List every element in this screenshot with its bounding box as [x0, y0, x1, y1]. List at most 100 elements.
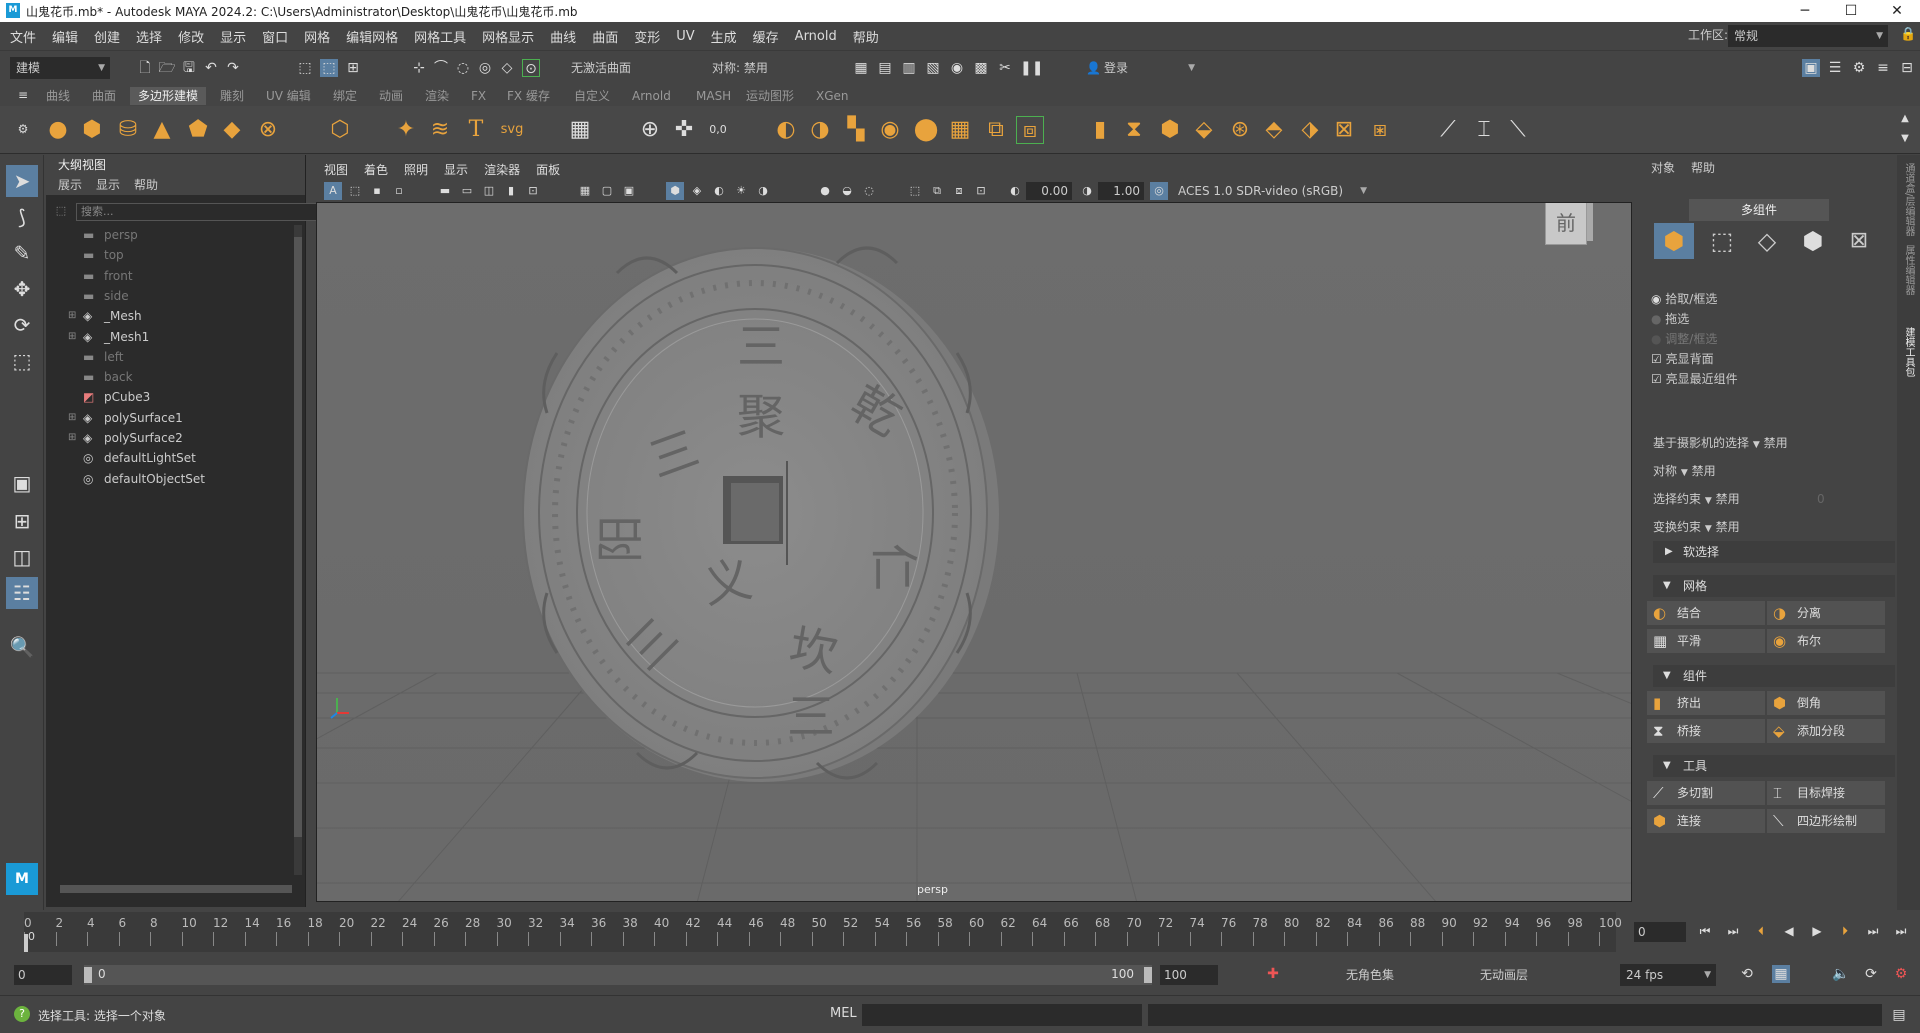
radio-icon[interactable]: ●	[1651, 312, 1665, 326]
outliner-menu-0[interactable]: 展示	[58, 175, 82, 195]
menu-4[interactable]: 修改	[170, 27, 212, 46]
shelf-tab-7[interactable]: 渲染	[417, 87, 457, 105]
menu-17[interactable]: Arnold	[787, 29, 845, 44]
select-by-hierarchy-icon[interactable]: ⬚	[296, 59, 314, 77]
bridge-icon[interactable]: ⧉	[982, 116, 1010, 144]
checkbox-icon[interactable]: ☑	[1651, 372, 1666, 386]
outliner-item[interactable]: ◎ defaultLightSet	[46, 448, 286, 468]
render-sequence-icon[interactable]: ▩	[972, 59, 990, 77]
selection-option-0[interactable]: ◉ 拾取/框选	[1651, 289, 1717, 309]
menu-16[interactable]: 缓存	[745, 27, 787, 46]
animation-start-field[interactable]: 0	[14, 965, 72, 985]
circularize-icon[interactable]: ⊛	[1226, 116, 1254, 144]
two-view-layout-icon[interactable]: ◫	[6, 541, 38, 573]
mirror-icon[interactable]: ▦	[946, 116, 974, 144]
resolution-gate-icon[interactable]: ▭	[458, 182, 476, 200]
connect-button[interactable]: ⬢ 连接	[1647, 809, 1765, 833]
wireframe-icon[interactable]: ▢	[598, 182, 616, 200]
maya-home-icon[interactable]: M	[6, 863, 38, 895]
step-back-frame-icon[interactable]: ⏴	[1752, 922, 1770, 940]
poly-cone-icon[interactable]: ▲	[148, 116, 176, 144]
outliner-item[interactable]: ▬ persp	[46, 225, 286, 245]
outliner-vscroll-thumb[interactable]	[294, 237, 302, 837]
poly-sphere-icon[interactable]: ●	[44, 116, 72, 144]
vertex-mode-icon[interactable]: ⬚	[1702, 223, 1742, 259]
checkbox-icon[interactable]: ☑	[1651, 352, 1666, 366]
viewport-menu-3[interactable]: 显示	[436, 161, 476, 178]
smooth-shade-icon[interactable]: ▣	[620, 182, 638, 200]
anim-prefs-icon[interactable]: ⚙	[1892, 965, 1910, 983]
mel-command-input[interactable]	[862, 1004, 1142, 1026]
separate-button[interactable]: ◑ 分离	[1767, 601, 1885, 625]
edge-mode-icon[interactable]: ◇	[1747, 223, 1787, 259]
bevel-button[interactable]: ⬢ 倒角	[1767, 691, 1885, 715]
shelf-tab-6[interactable]: 动画	[371, 87, 411, 105]
four-view-layout-icon[interactable]: ⊞	[6, 505, 38, 537]
quad-draw-icon[interactable]: ⟍	[1504, 116, 1532, 144]
ipr-render-icon[interactable]: ▥	[900, 59, 918, 77]
lights-icon[interactable]: ☀	[732, 182, 750, 200]
new-scene-icon[interactable]: 🗋	[136, 59, 154, 77]
uv-mode-icon[interactable]: ⊠	[1839, 223, 1879, 259]
target-weld-icon[interactable]: ⌶	[1470, 116, 1498, 144]
expand-icon[interactable]: ⊞	[68, 306, 76, 326]
mesh-section[interactable]: ▼ 网格	[1653, 575, 1895, 597]
shaded-icon[interactable]: ⬢	[666, 182, 684, 200]
render-frame-icon[interactable]: ▤	[876, 59, 894, 77]
search-icon[interactable]: 🔍	[6, 631, 38, 663]
combine-button[interactable]: ◐ 结合	[1647, 601, 1765, 625]
channel-box-toggle-icon[interactable]: ≡	[1874, 59, 1892, 77]
outliner-item[interactable]: ◩ pCube3	[46, 387, 286, 407]
add-divisions-button[interactable]: ⬙ 添加分段	[1767, 719, 1885, 743]
viewcube-side-face[interactable]	[1587, 203, 1593, 241]
outliner-item[interactable]: ⊞ ◈ _Mesh	[46, 306, 286, 326]
shelf-tab-8[interactable]: FX	[463, 87, 494, 105]
gamma-icon[interactable]: ◑	[1078, 182, 1096, 200]
shelf-tab-3[interactable]: 雕刻	[212, 87, 252, 105]
film-gate-icon[interactable]: ▬	[436, 182, 454, 200]
range-slider[interactable]: 0 100	[84, 965, 1152, 985]
outliner-item[interactable]: ▬ back	[46, 367, 286, 387]
outliner-item[interactable]: ▬ side	[46, 286, 286, 306]
close-button[interactable]: ✕	[1874, 0, 1920, 22]
outliner-hscrollbar[interactable]	[60, 885, 292, 893]
expand-icon[interactable]: ⊞	[68, 327, 76, 347]
uv-editor-icon[interactable]: ⊕	[636, 116, 664, 144]
render-view-icon[interactable]: ▦	[852, 59, 870, 77]
poly-cube-icon[interactable]: ⬢	[78, 116, 106, 144]
shelf-tab-11[interactable]: Arnold	[624, 87, 679, 105]
merge-icon[interactable]: ⊠	[1330, 116, 1358, 144]
paint-select-tool-icon[interactable]: ✎	[6, 237, 38, 269]
outliner-item[interactable]: ⊞ ◈ polySurface1	[46, 408, 286, 428]
face-mode-icon[interactable]: ⬢	[1793, 223, 1833, 259]
bevel-icon[interactable]: ⧗	[1120, 116, 1148, 144]
multi-cut-button[interactable]: ⟋ 多切割	[1647, 781, 1765, 805]
outliner-menu-1[interactable]: 显示	[96, 175, 120, 195]
menu-3[interactable]: 选择	[128, 27, 170, 46]
tool-settings-toggle-icon[interactable]: ⚙	[1850, 59, 1868, 77]
outliner-layout-icon[interactable]: ☷	[6, 577, 38, 609]
undo-icon[interactable]: ↶	[202, 59, 220, 77]
outliner-item[interactable]: ⊞ ◈ _Mesh1	[46, 327, 286, 347]
help-icon[interactable]: ?	[14, 1006, 30, 1022]
menu-15[interactable]: 生成	[703, 27, 745, 46]
modeling-toolkit-menu-0[interactable]: 对象	[1651, 159, 1675, 176]
step-forward-key-icon[interactable]: ⏭	[1864, 922, 1882, 940]
platonic-solid-icon[interactable]: ⬡	[326, 116, 354, 144]
shelf-tab-9[interactable]: FX 缓存	[499, 87, 558, 105]
script-editor-icon[interactable]: ▤	[1890, 1006, 1908, 1024]
shelf-tab-0[interactable]: 曲线	[38, 87, 78, 105]
poke-icon[interactable]: ⬘	[1260, 116, 1288, 144]
shelf-settings-icon[interactable]: ⚙	[14, 120, 32, 138]
image-plane-icon[interactable]: ▫	[390, 182, 408, 200]
go-to-start-icon[interactable]: ⏮	[1696, 922, 1714, 940]
hypershade-icon[interactable]: ◉	[948, 59, 966, 77]
boolean-icon[interactable]: ◉	[876, 116, 904, 144]
sound-icon[interactable]: 🔈	[1832, 965, 1850, 983]
menu-18[interactable]: 帮助	[845, 27, 887, 46]
open-scene-icon[interactable]: 🗁	[158, 59, 176, 77]
shelf-tab-10[interactable]: 自定义	[566, 87, 618, 105]
grid-icon[interactable]: ▦	[576, 182, 594, 200]
viewport-menu-4[interactable]: 渲染器	[476, 161, 528, 178]
camera-attributes-icon[interactable]: ⬚	[346, 182, 364, 200]
